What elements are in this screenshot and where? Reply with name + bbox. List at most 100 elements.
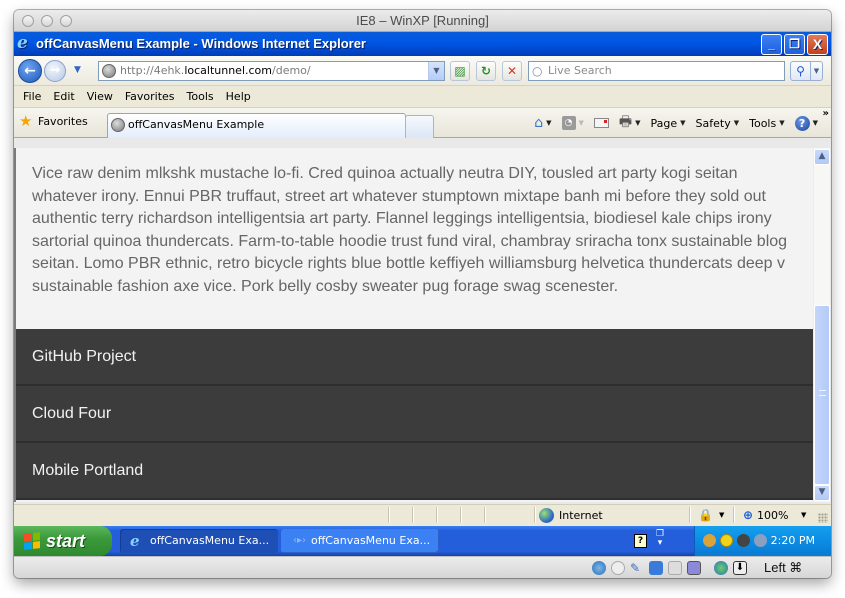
magnifier-icon: ⚲ [796,64,805,78]
star-icon: ★ [19,112,33,130]
status-divider [412,507,413,523]
clock[interactable]: 2:20 PM [771,526,815,556]
grip-icon [819,390,826,396]
folder-icon[interactable] [668,561,682,575]
print-button[interactable]: 🖶 ▼ [616,111,644,135]
address-input[interactable]: http://4ehk.localtunnel.com/demo/ ▼ [98,61,445,81]
tab-label: offCanvasMenu Example [128,118,265,131]
menu-bar: File Edit View Favorites Tools Help [14,86,831,108]
address-toolbar: ← → ▼ http://4ehk.localtunnel.com/demo/ … [14,56,831,86]
home-button[interactable]: ⌂ ▼ [531,115,554,131]
optical-drive-icon[interactable] [611,561,625,575]
vt-x-icon[interactable] [687,561,701,575]
taskbar-restore-icon[interactable]: ❐ ▾ [656,530,664,548]
ie-titlebar[interactable]: e offCanvasMenu Example - Windows Intern… [14,32,831,56]
zoom-level-button[interactable]: ⊕ 100% [743,508,788,523]
search-button[interactable]: ⚲ [790,61,811,81]
ie-logo-icon: e [17,33,28,53]
scroll-up-button[interactable]: ▲ [814,149,830,165]
new-tab-button[interactable] [405,115,434,138]
compatibility-view-button[interactable]: ▨ [450,61,470,81]
status-divider [436,507,437,523]
more-commands-chevron[interactable]: » [823,108,829,119]
scroll-thumb[interactable] [814,305,830,485]
site-icon [102,64,116,78]
network-icon[interactable] [714,561,728,575]
minimize-button[interactable]: _ [761,34,782,55]
help-icon: ? [794,115,810,131]
minimize-window-button[interactable] [41,15,53,27]
menu-link-mobile-portland[interactable]: Mobile Portland [16,443,813,500]
read-mail-button[interactable] [591,118,612,128]
zoom-icon: ⊕ [743,508,754,522]
close-window-button[interactable] [22,15,34,27]
zoom-window-button[interactable] [60,15,72,27]
menu-edit[interactable]: Edit [47,88,80,106]
vm-titlebar[interactable]: IE8 – WinXP [Running] [14,10,831,32]
menu-view[interactable]: View [81,88,119,106]
address-dropdown-button[interactable]: ▼ [428,62,444,80]
feeds-button[interactable]: ◔ ▼ [559,116,587,130]
windows-logo-icon [24,532,40,550]
taskbar-item-ie[interactable]: e offCanvasMenu Exa... [120,529,278,553]
favorites-bar: ★ Favorites offCanvasMenu Example ⌂ ▼ ◔ ▼ … [14,108,831,138]
keys-icon[interactable] [703,534,716,547]
status-bar: Internet 🔒 ▼ ⊕ 100% ▼ [14,504,831,525]
scroll-down-button[interactable]: ▼ [814,485,830,501]
vbox-additions-icon[interactable] [754,534,767,547]
recent-pages-dropdown[interactable]: ▼ [74,65,81,75]
menu-help[interactable]: Help [220,88,257,106]
protected-mode-icon[interactable]: 🔒 [698,508,713,522]
resize-grip-icon[interactable] [818,513,828,523]
status-divider [689,507,690,523]
menu-tools[interactable]: Tools [181,88,220,106]
restore-button[interactable]: ❐ [784,34,805,55]
security-zone[interactable]: Internet [539,508,603,523]
vm-title: IE8 – WinXP [Running] [356,13,489,28]
forward-button[interactable]: → [44,60,66,82]
menu-link-github-project[interactable]: GitHub Project [16,329,813,386]
virtualbox-status-bar: ✎ ⬇ Left ⌘ [14,556,831,578]
menu-favorites[interactable]: Favorites [119,88,181,106]
search-input[interactable]: ○ Live Search [528,61,785,81]
search-options-button[interactable]: ▼ [811,61,823,81]
tools-menu[interactable]: Tools ▼ [746,117,788,130]
menu-file[interactable]: File [17,88,47,106]
help-menu[interactable]: ? ▼ [792,115,821,131]
search-placeholder: Live Search [548,64,612,77]
page-content: Vice raw denim mlkshk mustache lo-fi. Cr… [14,148,813,502]
status-divider [733,507,734,523]
safety-menu[interactable]: Safety ▼ [693,117,743,130]
url-path: /demo/ [272,64,311,77]
taskbar-item-devtools[interactable]: ‹▸› offCanvasMenu Exa... [281,529,439,553]
mouse-integration-icon[interactable]: ⬇ [733,561,747,575]
usb-icon[interactable]: ✎ [630,561,644,575]
stop-button[interactable]: ✕ [502,61,522,81]
help-tray-icon[interactable]: ? [634,534,647,548]
taskbar: start e offCanvasMenu Exa... ‹▸› offCanv… [14,526,831,556]
page-menu[interactable]: Page ▼ [648,117,689,130]
globe-icon [539,508,554,523]
tab-site-icon [111,118,125,132]
tab-offcanvasmenu-example[interactable]: offCanvasMenu Example [107,113,406,138]
status-divider [388,507,389,523]
volume-icon[interactable] [737,534,750,547]
devtools-icon: ‹▸› [293,535,307,546]
hard-disk-icon[interactable] [592,561,606,575]
close-button[interactable]: X [807,34,828,55]
printer-icon: 🖶 [618,114,633,130]
url-host: localtunnel.com [184,64,272,77]
compatibility-icon: ▨ [454,64,466,78]
menu-link-cloud-four[interactable]: Cloud Four [16,386,813,443]
system-tray: 2:20 PM [694,526,831,556]
security-shield-icon[interactable] [720,534,733,547]
zoom-dropdown[interactable]: ▼ [801,511,806,519]
search-icon: ○ [532,64,543,78]
start-button[interactable]: start [14,526,112,556]
vertical-scrollbar[interactable]: ▲ ▼ [813,148,830,502]
favorites-button[interactable]: ★ Favorites [19,112,88,130]
command-bar: ⌂ ▼ ◔ ▼ 🖶 ▼ Page ▼ Safety ▼ Tools ▼ ? ▼ [531,114,821,131]
refresh-button[interactable]: ↻ [476,61,496,81]
shared-folders-icon[interactable] [649,561,663,575]
back-button[interactable]: ← [18,59,42,83]
